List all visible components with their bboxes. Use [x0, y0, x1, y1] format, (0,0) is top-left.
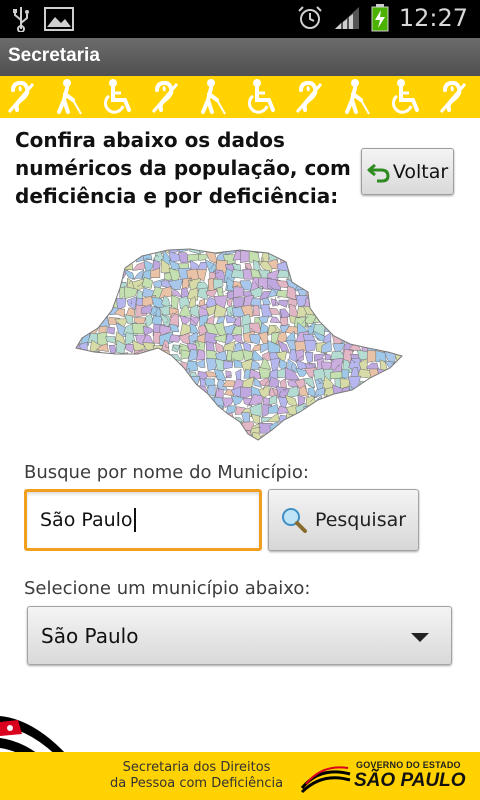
blind-walking-icon	[201, 79, 226, 115]
magnifier-icon	[281, 508, 307, 533]
text-cursor	[133, 508, 136, 532]
status-bar: 12:27	[0, 0, 480, 38]
footer-banner: Secretaria dos Direitos da Pessoa com De…	[0, 700, 480, 800]
app-title: Secretaria	[8, 45, 100, 66]
hearing-icon	[439, 80, 467, 113]
blind-walking-icon	[345, 79, 370, 115]
back-button-label: Voltar	[392, 160, 449, 183]
gov-top-text: GOVERNO DO ESTADO	[356, 760, 461, 770]
usb-icon	[13, 7, 29, 32]
undo-arrow-icon	[367, 163, 390, 182]
secretaria-name: Secretaria dos Direitos da Pessoa com De…	[110, 760, 283, 792]
search-input-value: São Paulo	[40, 509, 133, 531]
blind-walking-icon	[57, 79, 82, 115]
signal-icon	[334, 7, 359, 29]
dropdown-selected-value: São Paulo	[41, 624, 139, 648]
battery-charging-icon	[371, 4, 389, 32]
image-icon	[44, 7, 74, 31]
clock: 12:27	[398, 4, 468, 32]
secretaria-line-2: da Pessoa com Deficiência	[110, 776, 284, 791]
municipality-dropdown[interactable]: São Paulo	[27, 606, 452, 665]
wheelchair-icon	[104, 79, 131, 114]
wheelchair-icon	[392, 79, 419, 114]
hearing-icon	[295, 80, 323, 113]
page-heading: Confira abaixo os dados numéricos da pop…	[15, 128, 351, 208]
search-input[interactable]: São Paulo	[24, 489, 262, 551]
search-button-label: Pesquisar	[314, 509, 407, 531]
state-government-logo-icon	[300, 766, 351, 794]
wheelchair-icon	[248, 79, 275, 114]
gov-name-text: SÃO PAULO	[354, 770, 466, 791]
alarm-icon	[298, 6, 322, 29]
sao-paulo-municipalities-map	[75, 248, 403, 441]
search-label: Busque por nome do Município:	[24, 462, 309, 483]
select-label: Selecione um município abaixo:	[24, 578, 311, 599]
back-button[interactable]: Voltar	[361, 148, 454, 195]
hearing-icon	[151, 80, 179, 113]
search-button[interactable]: Pesquisar	[268, 489, 419, 551]
hearing-icon	[7, 80, 35, 113]
secretaria-line-1: Secretaria dos Direitos	[122, 760, 271, 775]
dropdown-arrow-icon	[411, 633, 429, 642]
accessibility-icon-strip	[0, 76, 480, 118]
app-title-bar: Secretaria	[0, 38, 480, 76]
